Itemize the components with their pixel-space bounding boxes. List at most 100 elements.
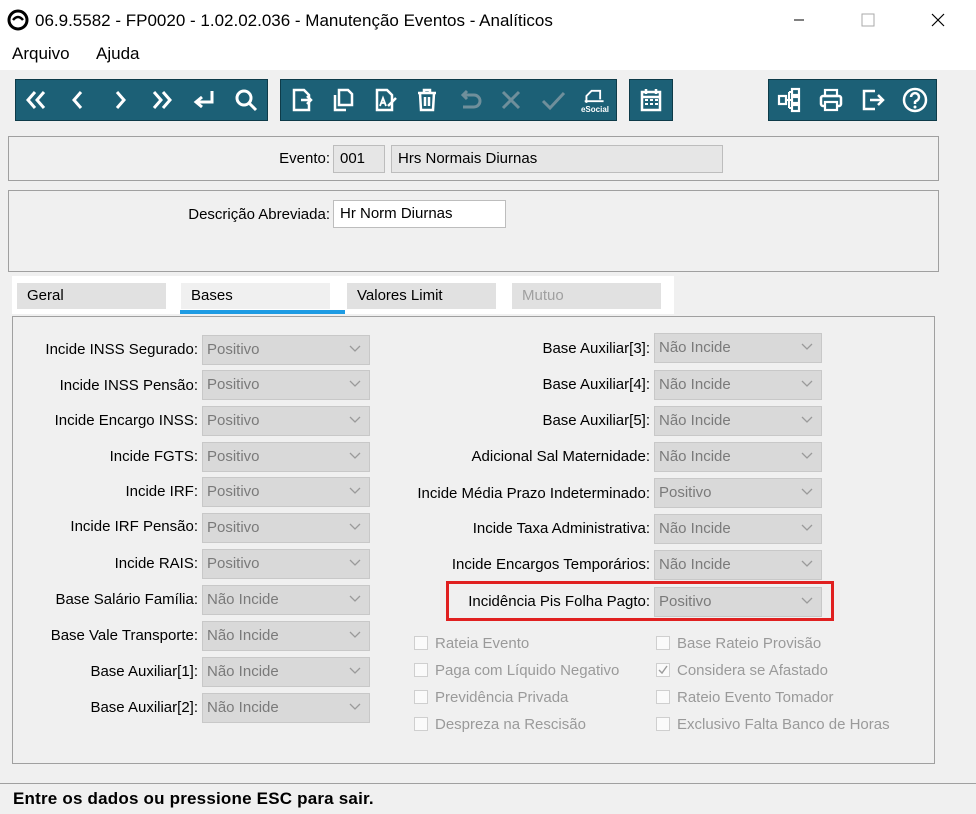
help-icon: [902, 87, 928, 113]
incide-irf-pensao-select[interactable]: Positivo: [202, 513, 370, 543]
minimize-button[interactable]: [776, 0, 822, 40]
tab-bases[interactable]: Bases: [181, 283, 330, 309]
copy-record-button[interactable]: [327, 84, 359, 116]
select-value: Positivo: [207, 412, 260, 429]
next-record-button[interactable]: [104, 84, 136, 116]
select-value: Positivo: [207, 376, 260, 393]
close-icon: [931, 13, 945, 27]
search-button[interactable]: [230, 84, 262, 116]
chevron-down-icon: [349, 345, 361, 352]
chevron-down-icon: [349, 487, 361, 494]
considera-afastado-checkbox[interactable]: [656, 663, 670, 677]
incide-irf-select[interactable]: Positivo: [202, 477, 370, 507]
chevron-down-icon: [801, 452, 813, 459]
incide-inss-segurado-label: Incide INSS Segurado:: [45, 341, 198, 358]
exit-icon: [862, 89, 885, 111]
first-record-button[interactable]: [20, 84, 52, 116]
minimize-icon: [794, 19, 804, 21]
chevron-down-icon: [349, 380, 361, 387]
toolbar-calendar: [629, 79, 673, 121]
adicional-sal-maternidade-select[interactable]: Não Incide: [654, 442, 822, 472]
maximize-icon: [861, 13, 875, 27]
maximize-button[interactable]: [845, 0, 891, 40]
base-auxiliar-1-select[interactable]: Não Incide: [202, 657, 370, 687]
base-auxiliar-4-label: Base Auxiliar[4]:: [542, 376, 650, 393]
incide-encargo-inss-select[interactable]: Positivo: [202, 406, 370, 436]
evento-label: Evento:: [279, 150, 330, 167]
chevron-down-icon: [801, 488, 813, 495]
chevron-down-icon: [801, 524, 813, 531]
select-value: Não Incide: [659, 520, 731, 537]
base-salario-familia-select[interactable]: Não Incide: [202, 585, 370, 615]
undo-icon: [460, 89, 482, 109]
chevron-down-icon: [349, 631, 361, 638]
select-value: Não Incide: [207, 663, 279, 680]
previous-record-button[interactable]: [62, 84, 94, 116]
base-auxiliar-3-select[interactable]: Não Incide: [654, 333, 822, 363]
exclusivo-falta-banco-horas-checkbox[interactable]: [656, 717, 670, 731]
return-arrow-icon: [193, 91, 214, 109]
base-rateio-provisao-checkbox[interactable]: [656, 636, 670, 650]
close-button[interactable]: [915, 0, 961, 40]
incide-fgts-select[interactable]: Positivo: [202, 442, 370, 472]
hierarchy-icon: [777, 87, 801, 113]
select-value: Não Incide: [659, 412, 731, 429]
paga-liquido-negativo-label: Paga com Líquido Negativo: [435, 662, 620, 679]
select-value: Não Incide: [659, 448, 731, 465]
tab-valores-limit[interactable]: Valores Limit: [347, 283, 496, 309]
base-salario-familia-label: Base Salário Família:: [55, 591, 198, 608]
select-value: Positivo: [207, 341, 260, 358]
help-button[interactable]: [899, 84, 931, 116]
incide-taxa-administrativa-select[interactable]: Não Incide: [654, 514, 822, 544]
incide-inss-segurado-select[interactable]: Positivo: [202, 335, 370, 365]
incide-rais-select[interactable]: Positivo: [202, 549, 370, 579]
select-value: Positivo: [207, 483, 260, 500]
chevron-down-icon: [349, 416, 361, 423]
menu-ajuda[interactable]: Ajuda: [96, 44, 139, 64]
last-record-button[interactable]: [146, 84, 178, 116]
exclusivo-falta-banco-horas-label: Exclusivo Falta Banco de Horas: [677, 716, 890, 733]
incide-media-prazo-select[interactable]: Positivo: [654, 478, 822, 508]
select-value: Não Incide: [659, 376, 731, 393]
previdencia-privada-checkbox[interactable]: [414, 690, 428, 704]
despreza-rescisao-checkbox[interactable]: [414, 717, 428, 731]
checkmark-icon: [541, 91, 566, 111]
print-button[interactable]: [815, 84, 847, 116]
window-title: 06.9.5582 - FP0020 - 1.02.02.036 - Manut…: [35, 11, 553, 30]
base-auxiliar-2-select[interactable]: Não Incide: [202, 693, 370, 723]
base-auxiliar-4-select[interactable]: Não Incide: [654, 370, 822, 400]
structure-button[interactable]: [773, 84, 805, 116]
chevron-down-icon: [801, 560, 813, 567]
menu-bar: Arquivo Ajuda: [0, 40, 976, 70]
incide-inss-pensao-select[interactable]: Positivo: [202, 370, 370, 400]
cancel-x-icon: [501, 90, 521, 110]
app-logo-icon: [7, 9, 29, 31]
despreza-rescisao-label: Despreza na Rescisão: [435, 716, 586, 733]
incide-fgts-label: Incide FGTS:: [109, 448, 198, 465]
paga-liquido-negativo-checkbox[interactable]: [414, 663, 428, 677]
edit-document-icon: [375, 88, 397, 112]
new-document-icon: [292, 88, 313, 112]
edit-record-button[interactable]: [369, 84, 401, 116]
rateia-evento-checkbox[interactable]: [414, 636, 428, 650]
exit-button[interactable]: [857, 84, 889, 116]
delete-record-button[interactable]: [411, 84, 443, 116]
rateio-evento-tomador-checkbox[interactable]: [656, 690, 670, 704]
tab-geral[interactable]: Geral: [17, 283, 166, 309]
toolbar-tools: [768, 79, 937, 121]
confirm-button: [537, 84, 569, 116]
copy-icon: [333, 88, 354, 112]
esocial-icon: [584, 89, 604, 103]
select-value: Não Incide: [207, 591, 279, 608]
calendar-button[interactable]: [635, 84, 667, 116]
incide-encargos-temporarios-select[interactable]: Não Incide: [654, 550, 822, 580]
base-auxiliar-5-select[interactable]: Não Incide: [654, 406, 822, 436]
new-record-button[interactable]: [285, 84, 317, 116]
base-vale-transporte-select[interactable]: Não Incide: [202, 621, 370, 651]
evento-code-field[interactable]: 001: [333, 145, 385, 173]
esocial-button[interactable]: eSocial: [577, 84, 613, 116]
descricao-field[interactable]: Hr Norm Diurnas: [333, 200, 506, 228]
return-button[interactable]: [188, 84, 220, 116]
menu-arquivo[interactable]: Arquivo: [12, 44, 70, 64]
select-value: Positivo: [207, 519, 260, 536]
